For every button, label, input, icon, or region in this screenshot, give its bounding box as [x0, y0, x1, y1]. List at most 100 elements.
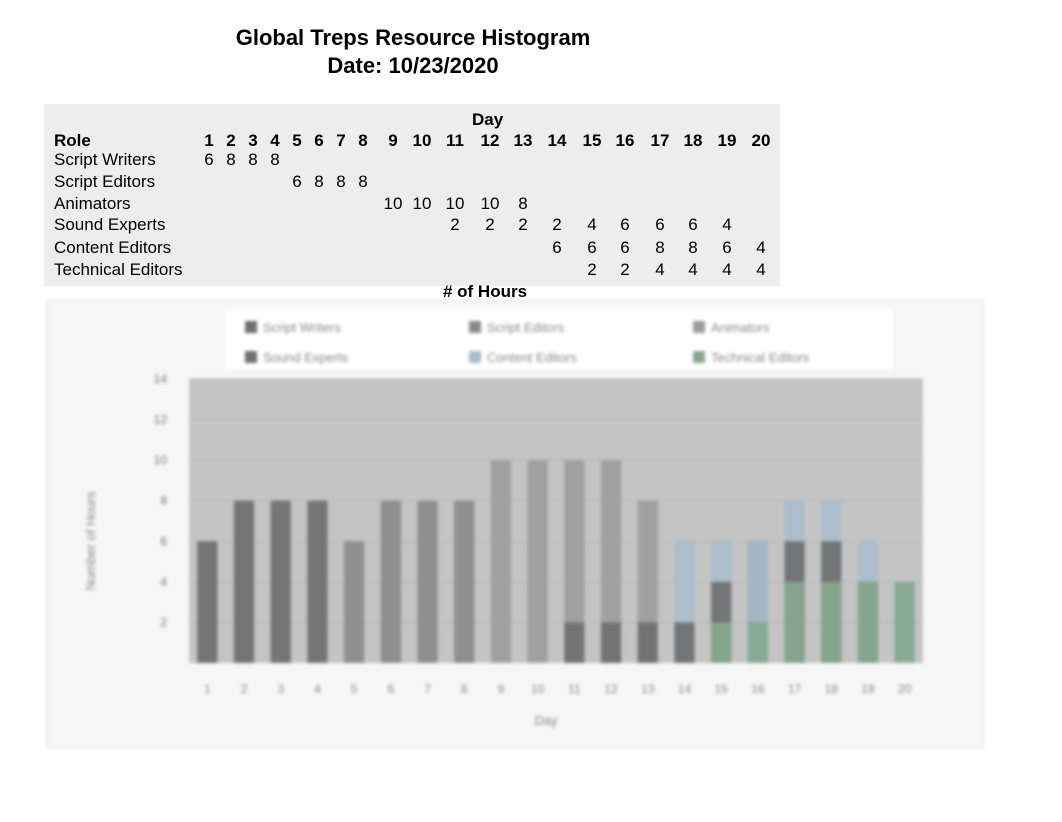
- bar-script-writers: [307, 500, 328, 663]
- hours-cell: 4: [655, 260, 665, 279]
- x-tick-label: 9: [498, 682, 505, 696]
- hours-cell: 4: [756, 260, 766, 279]
- x-tick-label: 11: [568, 682, 581, 696]
- legend-label: Content Editors: [487, 350, 577, 365]
- x-tick-label: 3: [277, 682, 284, 696]
- hours-cell: 2: [620, 260, 630, 279]
- x-tick-label: 2: [241, 682, 248, 696]
- legend-swatch: [693, 321, 705, 333]
- hours-cell: 6: [587, 238, 597, 257]
- x-tick-label: 5: [351, 682, 358, 696]
- day-column-header: 15: [582, 131, 602, 150]
- hours-cell: 4: [688, 260, 698, 279]
- role-label: Animators: [54, 194, 131, 213]
- x-tick-label: 15: [714, 682, 728, 696]
- hours-cell: 2: [552, 215, 562, 234]
- bar-technical-editors: [747, 622, 768, 663]
- hours-cell: 6: [552, 238, 562, 257]
- hours-cell: 8: [518, 194, 528, 213]
- day-column-header: 10: [412, 131, 432, 150]
- role-label: Script Editors: [54, 172, 156, 191]
- y-tick-label: 8: [160, 494, 167, 508]
- hours-cell: 8: [655, 238, 665, 257]
- role-label: Content Editors: [54, 238, 172, 257]
- histogram-chart: Script Writers Script Editors Animators Sou…: [83, 309, 923, 728]
- hours-cell: 4: [587, 215, 597, 234]
- x-tick-label: 4: [314, 682, 321, 696]
- hours-cell: 2: [450, 215, 460, 234]
- day-header: Day: [472, 110, 504, 129]
- legend-label: Script Editors: [487, 320, 565, 335]
- x-tick-label: 8: [461, 682, 468, 696]
- bar-script-editors: [417, 500, 438, 663]
- x-tick-label: 7: [424, 682, 431, 696]
- hours-cell: 10: [445, 194, 465, 213]
- x-tick-label: 6: [388, 682, 395, 696]
- legend-label: Animators: [711, 320, 770, 335]
- hours-cell: 6: [620, 215, 630, 234]
- legend-swatch: [469, 351, 481, 363]
- day-column-header: 9: [388, 131, 398, 150]
- legend-label: Sound Experts: [263, 350, 349, 365]
- hours-cell: 6: [620, 238, 630, 257]
- y-tick-label: 12: [154, 413, 168, 427]
- x-tick-label: 16: [751, 682, 765, 696]
- x-axis-label: Day: [534, 713, 558, 728]
- day-column-header: 11: [446, 131, 464, 150]
- plot-background: [189, 379, 923, 663]
- day-column-header: 16: [615, 131, 635, 150]
- bar-sound-experts: [637, 622, 658, 663]
- report-date: Date: 10/23/2020: [327, 53, 499, 78]
- hours-cell: 4: [722, 260, 732, 279]
- y-tick-label: 6: [160, 534, 167, 548]
- y-tick-label: 2: [160, 615, 167, 629]
- x-tick-label: 17: [788, 682, 802, 696]
- hours-cell: 8: [358, 172, 368, 191]
- page-title: Global Treps Resource Histogram: [235, 25, 591, 50]
- hours-cell: 10: [412, 194, 432, 213]
- y-axis-label: Number of Hours: [83, 491, 98, 590]
- bar-script-writers: [233, 500, 255, 663]
- bar-animators: [527, 460, 548, 663]
- bar-sound-experts: [600, 622, 622, 663]
- role-label: Technical Editors: [54, 260, 183, 279]
- hours-cell: 8: [270, 150, 280, 169]
- legend-swatch: [693, 351, 705, 363]
- x-tick-label: 12: [604, 682, 618, 696]
- y-tick-label: 4: [160, 575, 167, 589]
- hours-cell: 6: [655, 215, 665, 234]
- hours-cell: 6: [722, 238, 732, 257]
- y-tick-label: 10: [154, 453, 168, 467]
- x-tick-label: 20: [898, 682, 912, 696]
- legend-swatch: [245, 351, 257, 363]
- bar-sound-experts: [674, 622, 695, 663]
- legend-swatch: [469, 321, 481, 333]
- hours-cell: 4: [722, 215, 732, 234]
- bar-script-writers: [197, 541, 218, 663]
- x-tick-label: 14: [678, 682, 692, 696]
- role-label: Script Writers: [54, 150, 156, 169]
- day-column-header: 14: [547, 131, 567, 150]
- bar-technical-editors: [894, 581, 915, 663]
- hours-cell: 6: [688, 215, 698, 234]
- day-column-header: 18: [683, 131, 703, 150]
- x-tick-label: 1: [204, 682, 211, 696]
- bar-technical-editors: [784, 581, 805, 663]
- legend-label: Script Writers: [263, 320, 341, 335]
- x-tick-label: 10: [531, 682, 545, 696]
- hours-cell: 2: [587, 260, 597, 279]
- bar-script-editors: [454, 500, 475, 663]
- day-column-header: 8: [358, 131, 368, 150]
- role-header: Role: [54, 131, 91, 150]
- bar-sound-experts: [564, 622, 585, 663]
- x-tick-label: 18: [825, 682, 839, 696]
- day-column-header: 13: [513, 131, 533, 150]
- hours-cell: 10: [480, 194, 500, 213]
- y-tick-label: 14: [154, 372, 168, 386]
- hours-cell: 2: [518, 215, 528, 234]
- hours-cell: 10: [383, 194, 403, 213]
- day-column-header: 20: [751, 131, 771, 150]
- bar-technical-editors: [857, 581, 879, 663]
- hours-caption: # of Hours: [442, 282, 528, 301]
- hours-cell: 8: [688, 238, 698, 257]
